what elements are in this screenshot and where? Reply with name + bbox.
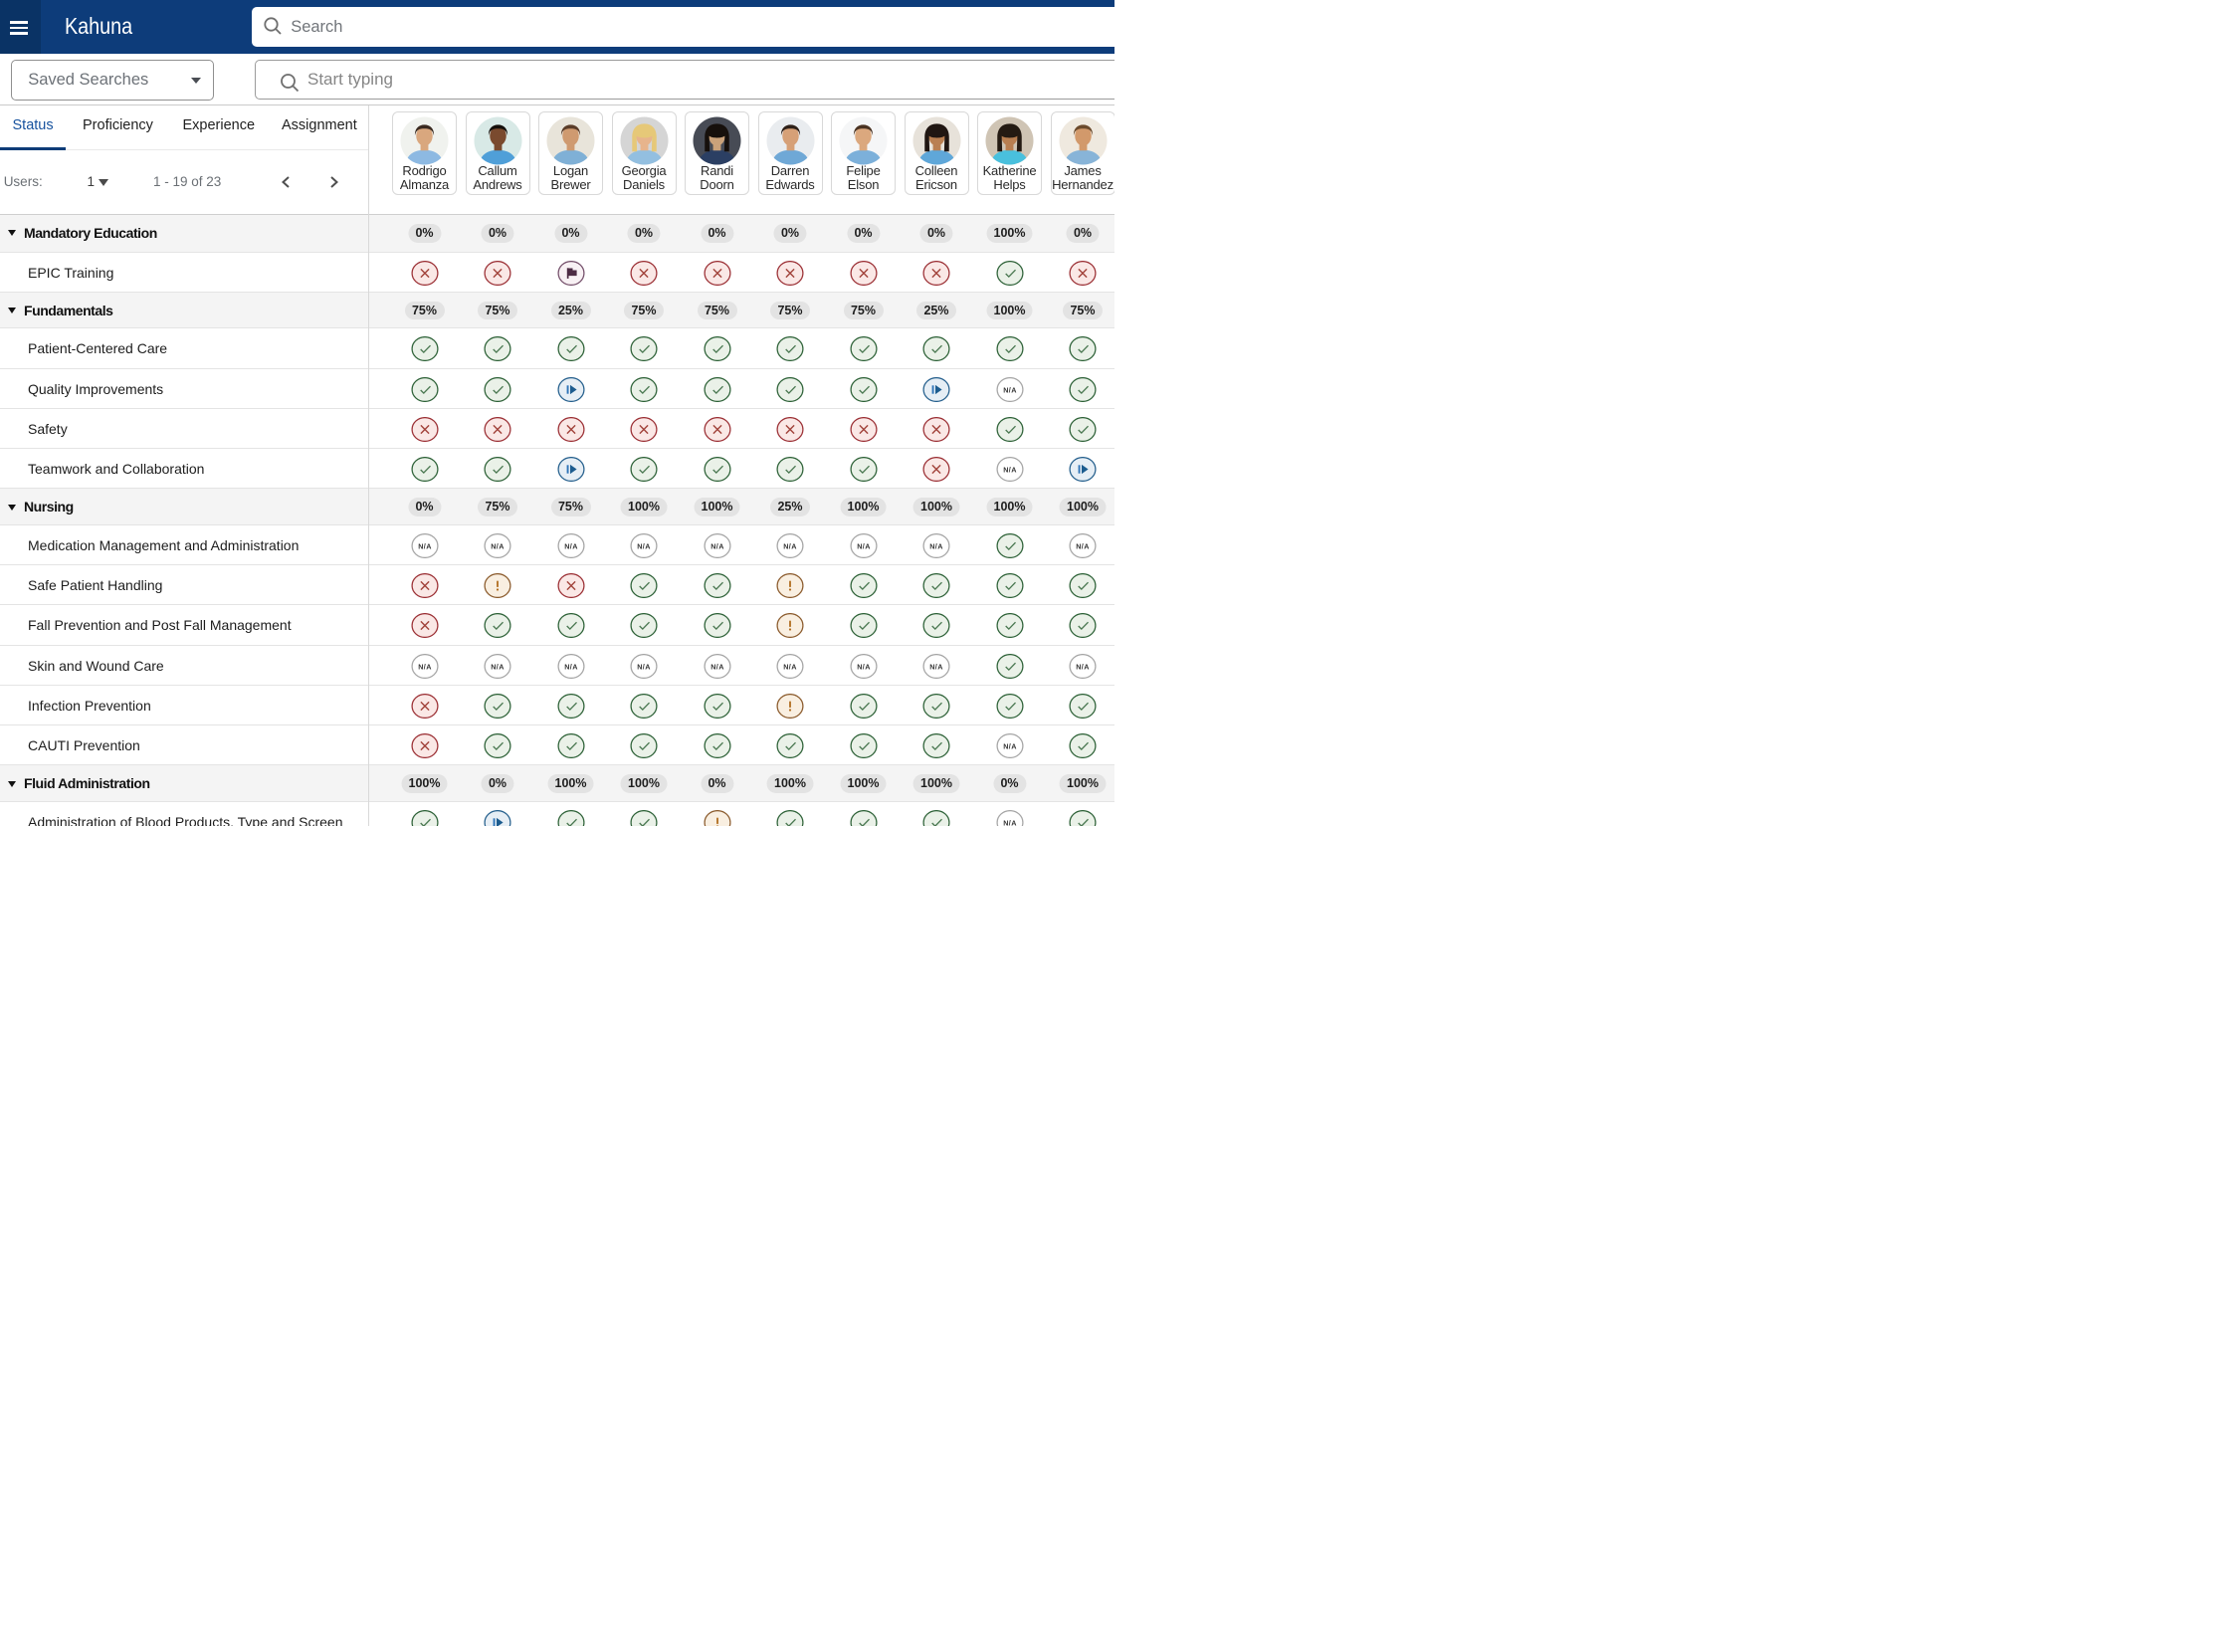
svg-text:N/A: N/A [418,541,432,550]
svg-text:N/A: N/A [710,662,724,671]
svg-text:N/A: N/A [637,541,651,550]
svg-text:N/A: N/A [1076,541,1090,550]
svg-text:N/A: N/A [929,541,943,550]
svg-text:N/A: N/A [637,662,651,671]
svg-text:N/A: N/A [783,541,797,550]
svg-text:N/A: N/A [1076,662,1090,671]
svg-text:N/A: N/A [1003,818,1017,826]
svg-text:N/A: N/A [1003,741,1017,750]
svg-text:N/A: N/A [710,541,724,550]
svg-text:N/A: N/A [564,541,578,550]
svg-text:N/A: N/A [491,662,505,671]
svg-text:N/A: N/A [564,662,578,671]
svg-text:N/A: N/A [1003,385,1017,394]
svg-text:N/A: N/A [783,662,797,671]
svg-text:N/A: N/A [1003,465,1017,474]
svg-text:N/A: N/A [857,541,871,550]
svg-text:N/A: N/A [857,662,871,671]
svg-text:N/A: N/A [491,541,505,550]
svg-text:N/A: N/A [929,662,943,671]
svg-text:N/A: N/A [418,662,432,671]
